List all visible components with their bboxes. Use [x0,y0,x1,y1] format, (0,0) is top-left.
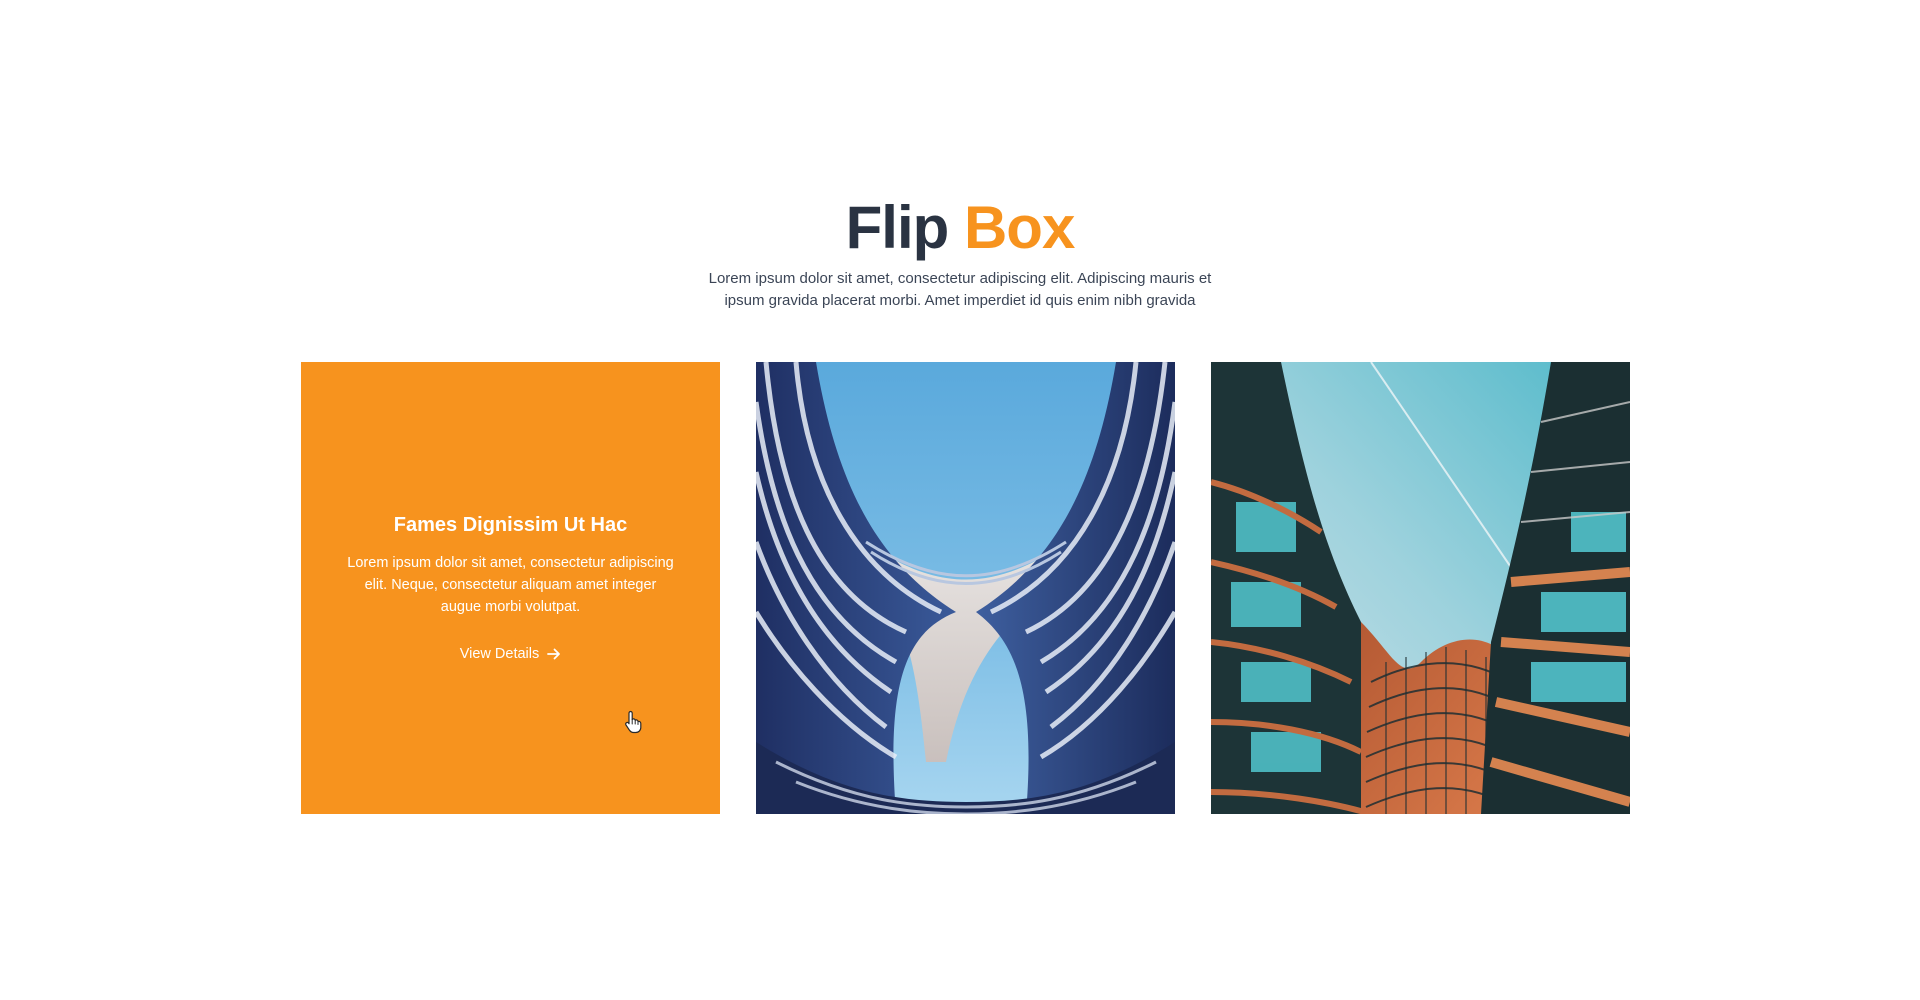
flip-box-card-1[interactable]: Fames Dignissim Ut Hac Lorem ipsum dolor… [301,362,720,814]
card-description: Lorem ipsum dolor sit amet, consectetur … [347,555,674,615]
curved-blue-building-image [756,362,1175,814]
view-details-link[interactable]: View Details [460,644,562,664]
flip-box-card-3[interactable] [1211,362,1630,814]
hand-pointer-icon [625,710,642,734]
section-subtitle: Lorem ipsum dolor sit amet, consectetur … [708,270,1212,309]
title-part-dark: Flip [845,194,950,261]
section-title: Flip Box [0,188,1920,268]
copper-glass-building-image [1211,362,1630,814]
flip-box-back: Fames Dignissim Ut Hac Lorem ipsum dolor… [301,362,720,814]
view-details-label: View Details [459,646,540,662]
flip-box-section: Flip Box Lorem ipsum dolor sit amet, con… [0,0,1920,1000]
flip-box-grid: Fames Dignissim Ut Hac Lorem ipsum dolor… [301,362,1630,814]
card-title: Fames Dignissim Ut Hac [393,514,628,536]
title-part-accent: Box [963,194,1075,261]
flip-box-card-2[interactable] [756,362,1175,814]
arrow-right-icon [547,648,561,660]
